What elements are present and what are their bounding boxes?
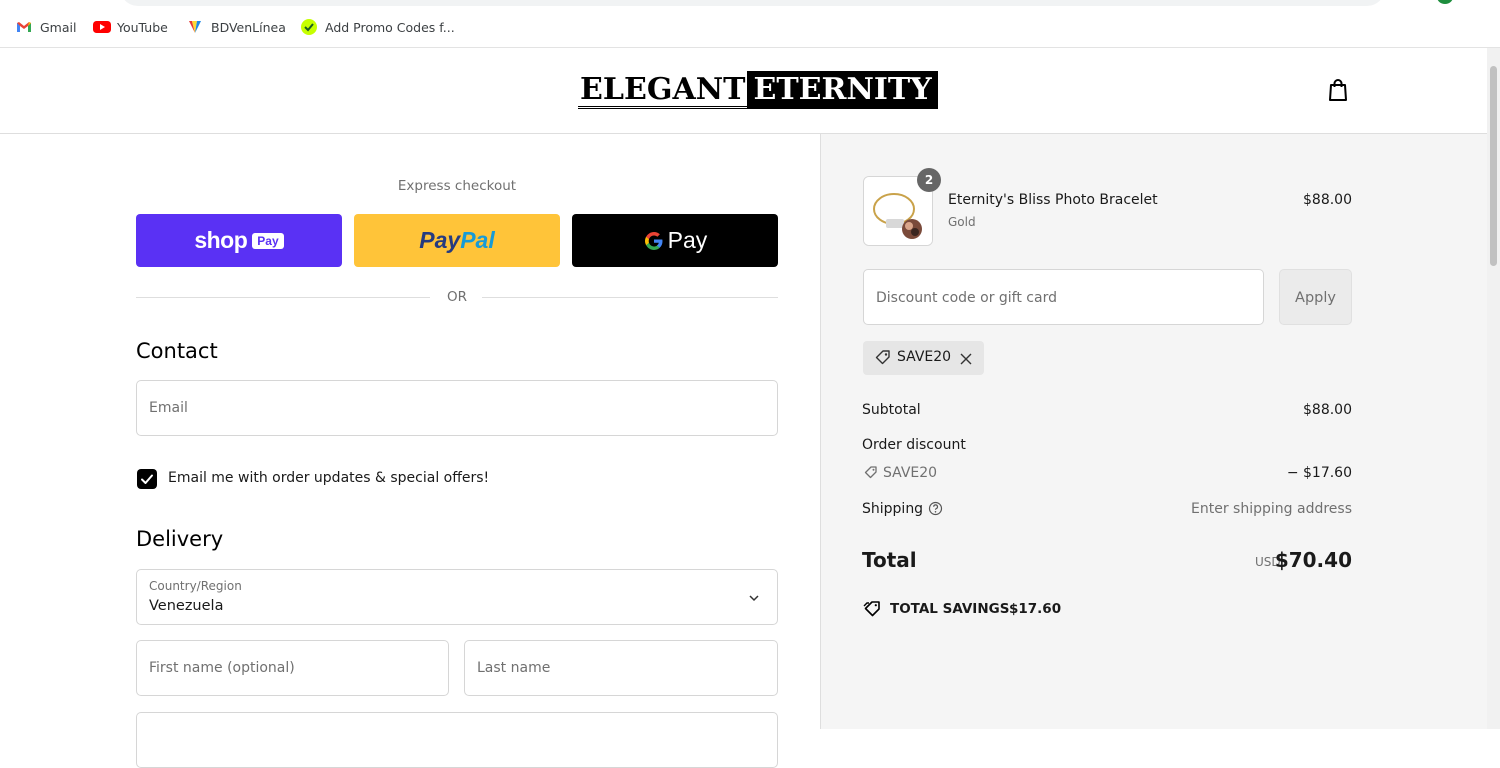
shop-pay-wordmark: shop	[194, 227, 248, 253]
or-divider: OR	[136, 289, 778, 305]
checkmark-icon	[141, 474, 153, 484]
express-checkout-title: Express checkout	[397, 178, 517, 194]
paypal-wordmark-pay: Pay	[419, 227, 461, 253]
total-value: $70.40	[1274, 548, 1352, 572]
scrollbar-thumb[interactable]	[1490, 66, 1497, 266]
discount-placeholder: Discount code or gift card	[876, 290, 1057, 306]
address-bar[interactable]	[120, 0, 1385, 6]
page-scrollbar[interactable]	[1487, 48, 1500, 729]
apply-discount-button[interactable]: Apply	[1279, 269, 1352, 325]
bookmark-label: YouTube	[117, 19, 168, 35]
email-placeholder: Email	[149, 400, 188, 416]
remove-discount-icon[interactable]	[959, 351, 973, 365]
google-pay-label: Pay	[667, 227, 708, 253]
delivery-heading: Delivery	[136, 527, 224, 551]
item-variant: Gold	[948, 215, 976, 229]
order-discount-label: Order discount	[862, 437, 966, 453]
bookmarks-bar: Gmail YouTube BDVenLínea Add Promo Codes…	[0, 0, 1500, 48]
store-logo[interactable]: ELEGANT ETERNITY	[578, 71, 938, 109]
address-field[interactable]	[136, 712, 778, 768]
last-name-field[interactable]: Last name	[464, 640, 778, 696]
paypal-button[interactable]: Pay Pal	[354, 214, 560, 267]
item-price: $88.00	[1303, 192, 1352, 208]
total-savings-value: $17.60	[1009, 601, 1062, 617]
google-pay-button[interactable]: Pay	[572, 214, 778, 267]
country-label: Country/Region	[149, 579, 242, 593]
savings-tag-icon	[863, 600, 883, 618]
applied-discount-tag: SAVE20	[863, 341, 984, 375]
bookmark-youtube[interactable]: YouTube	[93, 17, 168, 37]
shipping-value: Enter shipping address	[1191, 501, 1352, 517]
logo-part-1: ELEGANT	[578, 71, 748, 109]
bookmark-label: Add Promo Codes f...	[325, 19, 455, 35]
paypal-wordmark-pal: Pal	[460, 227, 495, 253]
bookmark-bdv[interactable]: BDVenLínea	[187, 17, 286, 37]
google-g-icon	[643, 230, 665, 252]
order-discount-code: SAVE20	[883, 465, 938, 481]
profile-avatar[interactable]	[1437, 0, 1453, 4]
logo-part-2: ETERNITY	[747, 71, 938, 109]
last-name-placeholder: Last name	[477, 660, 551, 676]
applied-code: SAVE20	[897, 349, 952, 365]
shop-pay-button[interactable]: shop Pay	[136, 214, 342, 267]
tag-icon	[874, 349, 892, 367]
bdv-icon	[187, 19, 203, 35]
newsletter-label[interactable]: Email me with order updates & special of…	[168, 470, 489, 486]
bookmark-promo[interactable]: Add Promo Codes f...	[301, 17, 455, 37]
order-discount-value: − $17.60	[1286, 465, 1352, 481]
discount-code-input[interactable]: Discount code or gift card	[863, 269, 1264, 325]
first-name-placeholder: First name (optional)	[149, 660, 295, 676]
promo-icon	[301, 19, 317, 35]
contact-heading: Contact	[136, 339, 218, 363]
subtotal-value: $88.00	[1303, 402, 1352, 418]
bookmark-label: BDVenLínea	[211, 19, 286, 35]
total-savings-label: TOTAL SAVINGS	[890, 601, 1010, 617]
country-value: Venezuela	[149, 598, 224, 614]
email-field[interactable]: Email	[136, 380, 778, 436]
bookmark-label: Gmail	[40, 19, 77, 35]
youtube-icon	[93, 19, 111, 35]
subtotal-label: Subtotal	[862, 402, 921, 418]
discount-tag-icon	[863, 465, 879, 481]
shop-pay-badge: Pay	[252, 232, 284, 249]
country-select[interactable]: Country/Region Venezuela	[136, 569, 778, 625]
shopping-bag-icon[interactable]	[1326, 77, 1350, 103]
help-circle-icon[interactable]	[928, 501, 943, 516]
chevron-down-icon	[748, 592, 760, 604]
total-label: Total	[862, 548, 917, 572]
newsletter-checkbox[interactable]	[137, 469, 157, 489]
gmail-icon	[16, 19, 32, 35]
bookmark-gmail[interactable]: Gmail	[16, 17, 76, 37]
item-quantity-badge: 2	[917, 168, 941, 192]
item-name: Eternity's Bliss Photo Bracelet	[948, 192, 1158, 208]
shipping-label: Shipping	[862, 501, 924, 517]
first-name-field[interactable]: First name (optional)	[136, 640, 449, 696]
store-header: ELEGANT ETERNITY	[0, 48, 1487, 134]
